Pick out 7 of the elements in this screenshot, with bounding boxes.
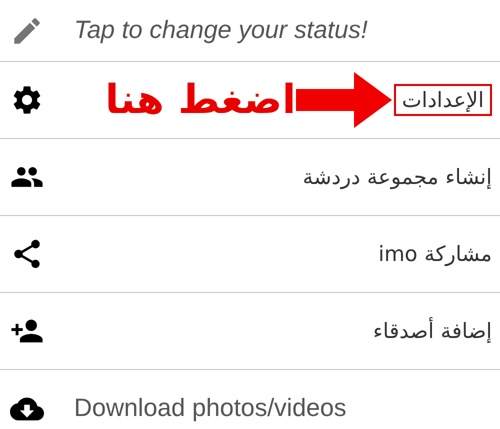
menu-label: إنشاء مجموعة دردشة	[302, 165, 492, 189]
menu-label: مشاركة imo	[377, 242, 492, 266]
menu-label: إضافة أصدقاء	[372, 319, 492, 343]
status-text: Tap to change your status!	[74, 16, 369, 45]
menu-label: Download photos/videos	[74, 394, 348, 423]
annotation-text: اضغط هنا	[104, 80, 296, 120]
menu-label: الإعدادات	[394, 84, 492, 116]
